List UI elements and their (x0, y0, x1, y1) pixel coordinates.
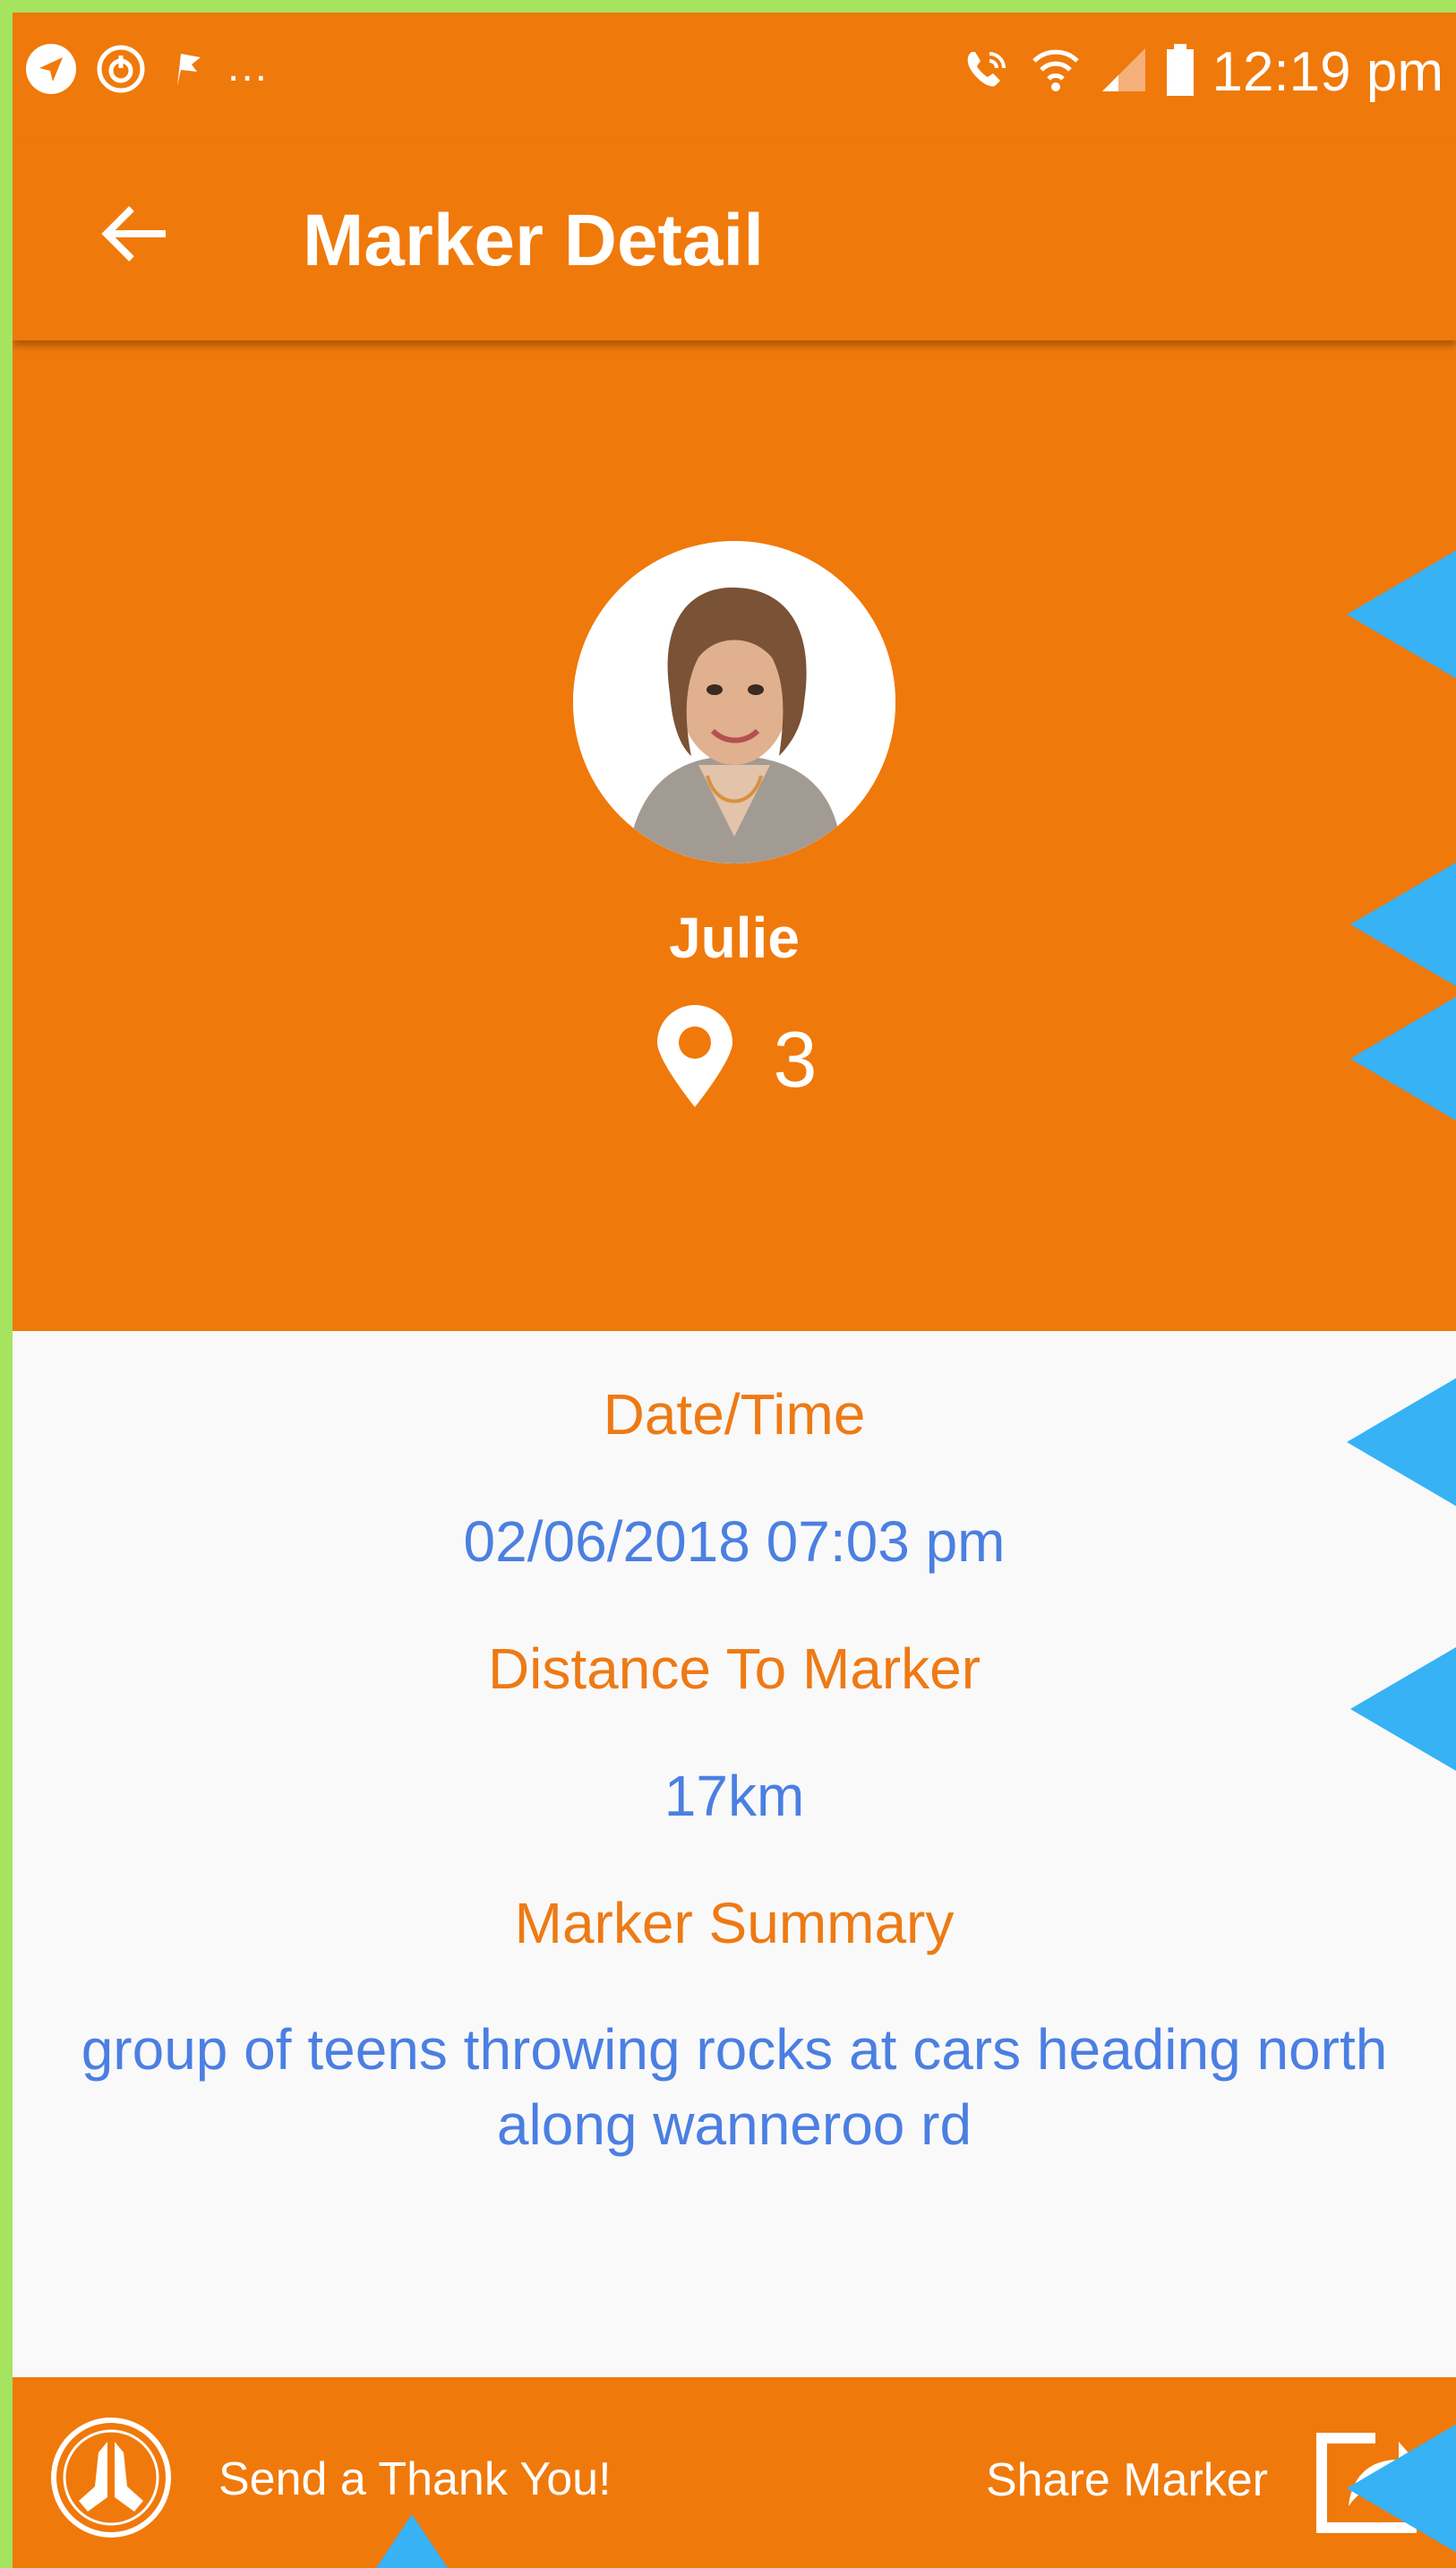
battery-icon (1165, 42, 1195, 102)
praying-hands-icon (48, 2415, 174, 2545)
marker-details: Date/Time 02/06/2018 07:03 pm Distance T… (13, 1331, 1456, 2388)
distance-label: Distance To Marker (487, 1636, 981, 1701)
send-thank-you-button[interactable]: Send a Thank You! (48, 2417, 612, 2542)
bottom-bar: Send a Thank You! Share Marker (13, 2377, 1456, 2568)
annotation-pointer-datetime (1347, 1374, 1456, 1510)
wifi-call-icon (959, 43, 1013, 101)
flag-icon (165, 47, 210, 96)
distance-value: 17km (664, 1764, 805, 1828)
signal-icon (1099, 45, 1149, 99)
status-overflow-dots: ... (227, 43, 270, 90)
sync-icon (95, 43, 147, 99)
status-right-icons: 12:19 pm (959, 36, 1443, 107)
summary-value: group of teens throwing rocks at cars he… (81, 2017, 1388, 2157)
user-name: Julie (669, 906, 800, 970)
avatar (573, 541, 895, 863)
summary-label: Marker Summary (514, 1891, 955, 1955)
datetime-value: 02/06/2018 07:03 pm (463, 1509, 1006, 1574)
navigation-arrow-icon (25, 43, 77, 99)
datetime-label: Date/Time (603, 1382, 866, 1447)
annotation-pointer-thanks (376, 2514, 448, 2568)
annotation-pointer-distance (1350, 1641, 1456, 1777)
marker-count: 3 (773, 1014, 818, 1104)
page-title: Marker Detail (303, 200, 765, 281)
send-thank-you-label: Send a Thank You! (218, 2453, 612, 2505)
back-button[interactable] (86, 186, 184, 285)
profile-header: Julie 3 (13, 340, 1456, 1331)
wifi-icon (1029, 43, 1083, 101)
marker-count-row: 3 (13, 1003, 1456, 1115)
screen: ... 12:19 pm Marker Detail Julie 3 Date/… (13, 13, 1456, 2568)
location-pin-icon (652, 1003, 738, 1115)
annotation-pointer-count (1350, 991, 1456, 1127)
status-left-icons: ... (25, 39, 269, 102)
status-time: 12:19 pm (1212, 40, 1443, 103)
app-bar: Marker Detail (13, 138, 1456, 340)
annotation-pointer-name (1350, 856, 1456, 992)
arrow-back-icon (99, 198, 171, 274)
status-bar: ... 12:19 pm (13, 13, 1456, 138)
annotation-pointer-avatar (1347, 546, 1456, 683)
share-marker-label: Share Marker (986, 2454, 1268, 2506)
annotation-pointer-share (1347, 2420, 1456, 2556)
